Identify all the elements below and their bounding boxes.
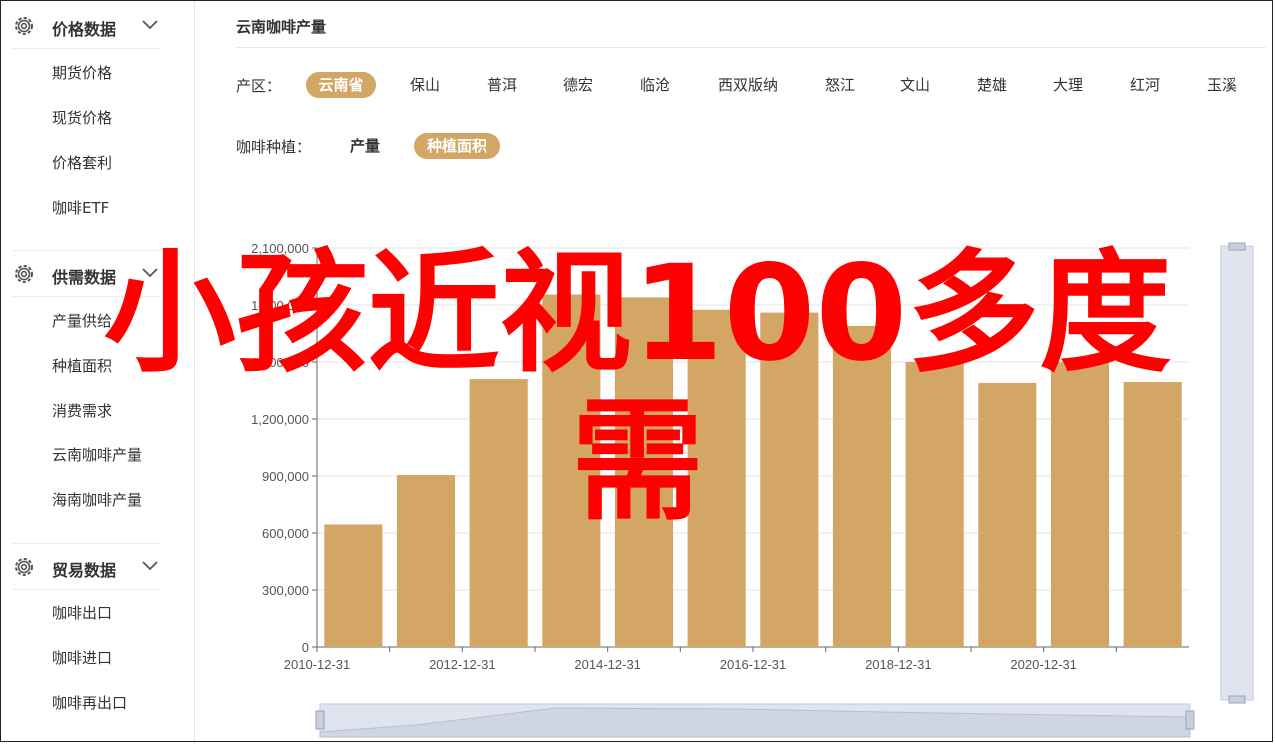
bar[interactable] — [760, 312, 819, 647]
divider — [12, 589, 160, 590]
bar[interactable] — [978, 382, 1037, 647]
sidebar-item-coffee-export[interactable]: 咖啡出口 — [52, 602, 112, 623]
bar[interactable] — [687, 309, 746, 647]
bar-chart: 0 300,000 600,000 900,000 1,200,000 1,500,000… — [251, 241, 1254, 738]
gear-icon — [15, 265, 33, 283]
sidebar-item-hainan-production[interactable]: 海南咖啡产量 — [52, 489, 142, 510]
region-chip-nujiang[interactable]: 怒江 — [810, 72, 870, 98]
y-tick-label: 1,200,000 — [251, 412, 309, 427]
x-tick-label: 2014-12-31 — [574, 657, 641, 672]
region-chip-chuxiong[interactable]: 楚雄 — [962, 72, 1022, 98]
bar[interactable] — [1123, 381, 1182, 647]
region-chip-yuxi[interactable]: 玉溪 — [1192, 72, 1252, 98]
sidebar-item-coffee-import[interactable]: 咖啡进口 — [52, 647, 112, 668]
divider — [12, 296, 160, 297]
chevron-down-icon — [142, 268, 158, 278]
sidebar-item-planting-area[interactable]: 种植面积 — [52, 355, 112, 376]
sidebar-section-title: 价格数据 — [52, 20, 117, 39]
bar[interactable] — [614, 297, 674, 647]
region-chip-lincang[interactable]: 临沧 — [625, 72, 685, 98]
sidebar: 价格数据 期货价格 现货价格 价格套利 咖啡ETF 供需数据 产量供给 种植面积… — [0, 0, 195, 744]
region-chip-yunnan[interactable]: 云南省 — [306, 72, 376, 98]
type-chip-planting-area[interactable]: 种植面积 — [414, 133, 500, 159]
sidebar-section-trade[interactable]: 贸易数据 — [0, 543, 194, 591]
sidebar-item-production[interactable]: 产量供给 — [52, 310, 112, 331]
vertical-zoom-slider[interactable] — [1220, 245, 1254, 701]
bar[interactable] — [396, 475, 456, 647]
x-tick-label: 2010-12-31 — [284, 657, 351, 672]
sidebar-section-title: 供需数据 — [52, 268, 117, 287]
divider — [236, 47, 1266, 48]
bar[interactable] — [1050, 362, 1110, 647]
type-chip-production[interactable]: 产量 — [336, 133, 394, 159]
bar[interactable] — [905, 362, 964, 647]
sidebar-section-supply[interactable]: 供需数据 — [0, 250, 194, 298]
region-chip-dehong[interactable]: 德宏 — [548, 72, 608, 98]
region-chip-honghe[interactable]: 红河 — [1115, 72, 1175, 98]
sidebar-item-coffee-etf[interactable]: 咖啡ETF — [52, 197, 109, 218]
sidebar-item-spot-price[interactable]: 现货价格 — [52, 107, 112, 128]
y-tick-label: 1,800,000 — [251, 298, 309, 313]
bar[interactable] — [832, 325, 892, 647]
sidebar-item-consumption[interactable]: 消费需求 — [52, 400, 112, 421]
x-tick-label: 2020-12-31 — [1010, 657, 1077, 672]
bar[interactable] — [469, 379, 528, 647]
y-tick-label: 1,500,000 — [251, 355, 309, 370]
bar[interactable] — [542, 294, 601, 647]
bar[interactable] — [324, 524, 383, 647]
chevron-down-icon — [142, 20, 158, 30]
y-tick-label: 900,000 — [262, 469, 309, 484]
gear-icon — [15, 17, 33, 35]
gear-icon — [15, 558, 33, 576]
x-tick-label: 2016-12-31 — [720, 657, 787, 672]
y-tick-label: 600,000 — [262, 526, 309, 541]
sidebar-section-title: 贸易数据 — [52, 561, 117, 580]
region-filter-label: 产区： — [236, 77, 282, 95]
type-filter-label: 咖啡种植： — [236, 138, 312, 156]
sidebar-item-futures-price[interactable]: 期货价格 — [52, 62, 112, 83]
region-chip-dali[interactable]: 大理 — [1038, 72, 1098, 98]
y-tick-label: 2,100,000 — [251, 241, 309, 256]
x-tick-label: 2012-12-31 — [429, 657, 496, 672]
y-tick-label: 0 — [302, 640, 309, 655]
y-tick-label: 300,000 — [262, 583, 309, 598]
horizontal-zoom-handle-right[interactable] — [1185, 710, 1195, 730]
sidebar-section-price[interactable]: 价格数据 — [0, 2, 194, 50]
vertical-zoom-handle-top[interactable] — [1228, 242, 1246, 251]
sidebar-item-arbitrage[interactable]: 价格套利 — [52, 152, 112, 173]
region-chip-xishuangbanna[interactable]: 西双版纳 — [708, 72, 788, 98]
vertical-zoom-handle-bottom[interactable] — [1228, 695, 1246, 704]
chevron-down-icon — [142, 561, 158, 571]
region-chip-baoshan[interactable]: 保山 — [395, 72, 455, 98]
horizontal-zoom-handle-left[interactable] — [315, 710, 325, 730]
page-title: 云南咖啡产量 — [236, 18, 327, 36]
x-tick-label: 2018-12-31 — [865, 657, 932, 672]
sidebar-item-yunnan-production[interactable]: 云南咖啡产量 — [52, 444, 142, 465]
region-chip-puer[interactable]: 普洱 — [472, 72, 532, 98]
divider — [12, 48, 160, 49]
region-chip-wenshan[interactable]: 文山 — [885, 72, 945, 98]
sidebar-item-coffee-reexport[interactable]: 咖啡再出口 — [52, 692, 127, 713]
